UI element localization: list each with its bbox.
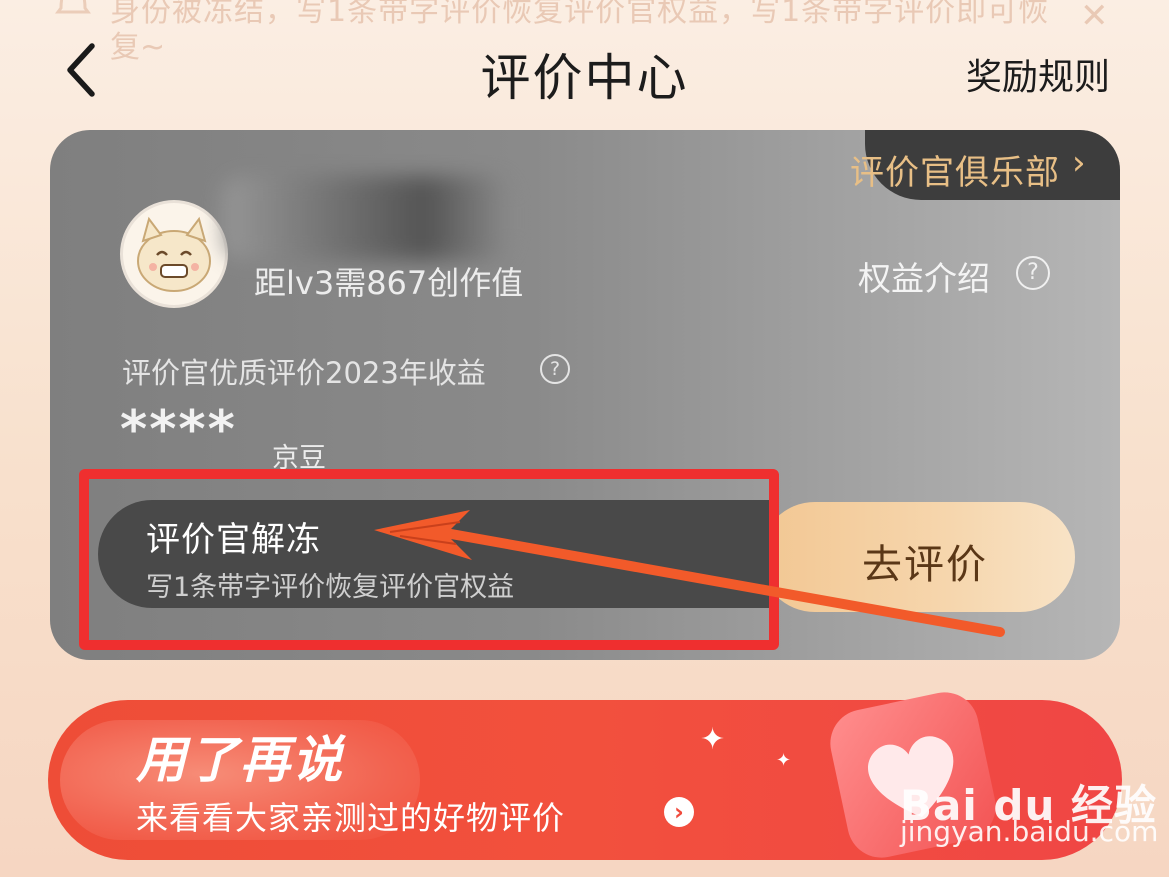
- reward-rules-link[interactable]: 奖励规则: [966, 48, 1110, 100]
- bell-icon: [55, 0, 91, 14]
- promo-subtitle: 来看看大家亲测过的好物评价: [136, 799, 566, 837]
- annotation-arrow-icon: [374, 510, 1005, 637]
- sparkle-icon: ✦: [700, 722, 726, 757]
- level-progress-text: 距lv3需867创作值: [254, 264, 524, 302]
- username-blurred: [222, 176, 512, 260]
- notice-text: 身份被冻结，写1条带字评价恢复评价官权益，写1条带字评价即可恢: [110, 0, 1050, 29]
- sparkle-icon: ✦: [776, 750, 792, 771]
- watermark-url: jingyan.baidu.com: [900, 815, 1159, 848]
- income-label: 评价官优质评价2023年收益: [122, 356, 486, 390]
- club-link-label[interactable]: 评价官俱乐部: [850, 145, 1060, 194]
- close-icon[interactable]: ✕: [1080, 0, 1109, 36]
- promo-title: 用了再说: [136, 731, 344, 789]
- cat-avatar-icon: [137, 216, 211, 292]
- income-masked-value[interactable]: ****: [120, 400, 237, 460]
- rights-intro-link[interactable]: 权益介绍: [858, 252, 990, 300]
- avatar[interactable]: [120, 200, 228, 308]
- help-icon[interactable]: ?: [540, 354, 570, 384]
- help-icon[interactable]: ?: [1016, 256, 1050, 290]
- chevron-right-icon: ›: [1072, 143, 1086, 183]
- chevron-right-icon[interactable]: ›: [664, 797, 694, 827]
